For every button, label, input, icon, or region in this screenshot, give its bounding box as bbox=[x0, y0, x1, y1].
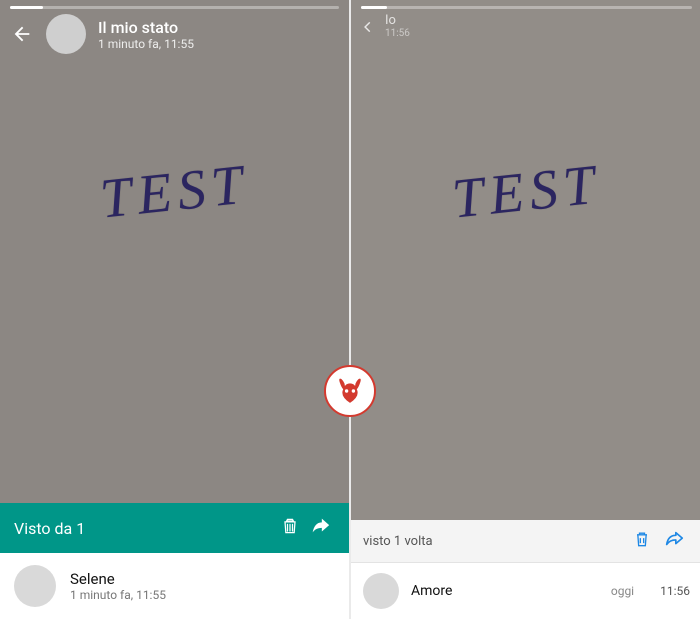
viewer-name: Amore bbox=[411, 583, 599, 599]
progress-bar bbox=[10, 6, 339, 9]
progress-fill bbox=[361, 6, 387, 9]
delete-icon[interactable] bbox=[626, 529, 658, 553]
status-title: Io bbox=[385, 14, 410, 28]
viewer-time: 1 minuto fa, 11:55 bbox=[70, 588, 166, 602]
avatar bbox=[363, 573, 399, 609]
avatar[interactable] bbox=[46, 14, 86, 54]
viewers-count-label: Visto da 1 bbox=[14, 519, 275, 538]
viewer-day: oggi bbox=[611, 584, 634, 598]
status-subtitle: 11:56 bbox=[385, 28, 410, 39]
status-view-android: Il mio stato 1 minuto fa, 11:55 TEST Vis… bbox=[0, 0, 349, 619]
list-item[interactable]: Amore oggi 11:56 bbox=[351, 563, 700, 619]
avatar bbox=[14, 565, 56, 607]
delete-icon[interactable] bbox=[275, 516, 305, 540]
forward-icon[interactable] bbox=[658, 528, 690, 554]
list-item[interactable]: Selene 1 minuto fa, 11:55 bbox=[0, 553, 349, 619]
status-subtitle: 1 minuto fa, 11:55 bbox=[98, 37, 194, 51]
back-arrow-icon[interactable] bbox=[10, 22, 34, 46]
status-header: Il mio stato 1 minuto fa, 11:55 bbox=[0, 14, 349, 54]
viewers-sheet: visto 1 volta Amore oggi 11:56 bbox=[351, 520, 700, 619]
status-header: Io 11:56 bbox=[351, 14, 700, 39]
viewers-bar: visto 1 volta bbox=[351, 520, 700, 563]
viewers-sheet: Visto da 1 Selene 1 minuto fa, 11:55 bbox=[0, 503, 349, 619]
status-content-text: TEST bbox=[351, 142, 700, 242]
progress-fill bbox=[10, 6, 43, 9]
status-title: Il mio stato bbox=[98, 18, 194, 37]
viewers-bar: Visto da 1 bbox=[0, 503, 349, 553]
viewer-time: 11:56 bbox=[660, 584, 690, 598]
status-content-text: TEST bbox=[0, 142, 349, 242]
viewer-name: Selene bbox=[70, 570, 166, 588]
progress-bar bbox=[361, 6, 692, 9]
status-view-ios: Io 11:56 TEST visto 1 volta Amore oggi 1… bbox=[351, 0, 700, 619]
viewers-count-label: visto 1 volta bbox=[363, 534, 626, 549]
watermark-logo-icon bbox=[324, 365, 376, 417]
chevron-left-icon[interactable] bbox=[361, 15, 375, 39]
forward-icon[interactable] bbox=[305, 515, 335, 541]
